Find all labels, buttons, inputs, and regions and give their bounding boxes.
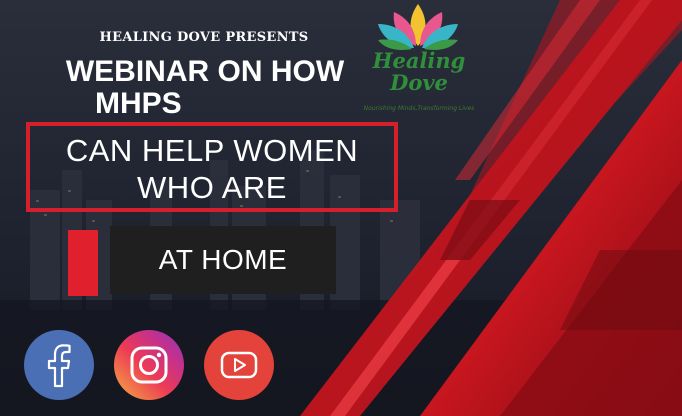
logo-wordmark: Healing Dove xyxy=(367,50,471,94)
presenter-line: HEALING DOVE PRESENTS xyxy=(99,30,309,45)
logo-wordmark-line-1: Healing xyxy=(372,48,466,73)
logo-wordmark-line-2: Dove xyxy=(390,70,448,95)
instagram-icon[interactable] xyxy=(114,330,184,400)
boxed-text-frame: CAN HELP WOMEN WHO ARE xyxy=(26,122,398,212)
facebook-icon[interactable] xyxy=(24,330,94,400)
boxed-line-1: CAN HELP WOMEN xyxy=(65,133,359,168)
poster: HEALING DOVE PRESENTS WEBINAR ON HOW MHP… xyxy=(0,0,682,416)
headline-line-1: WEBINAR ON HOW xyxy=(65,55,345,88)
headline: WEBINAR ON HOW MHPS xyxy=(40,56,370,120)
youtube-icon[interactable] xyxy=(204,330,274,400)
headline-line-2: MHPS xyxy=(95,87,182,120)
accent-bar xyxy=(68,230,98,296)
boxed-line-2: WHO ARE xyxy=(137,170,287,205)
logo-tagline: Nourishing Minds,Transforming Lives xyxy=(363,105,475,112)
at-home-label: AT HOME xyxy=(110,226,336,294)
